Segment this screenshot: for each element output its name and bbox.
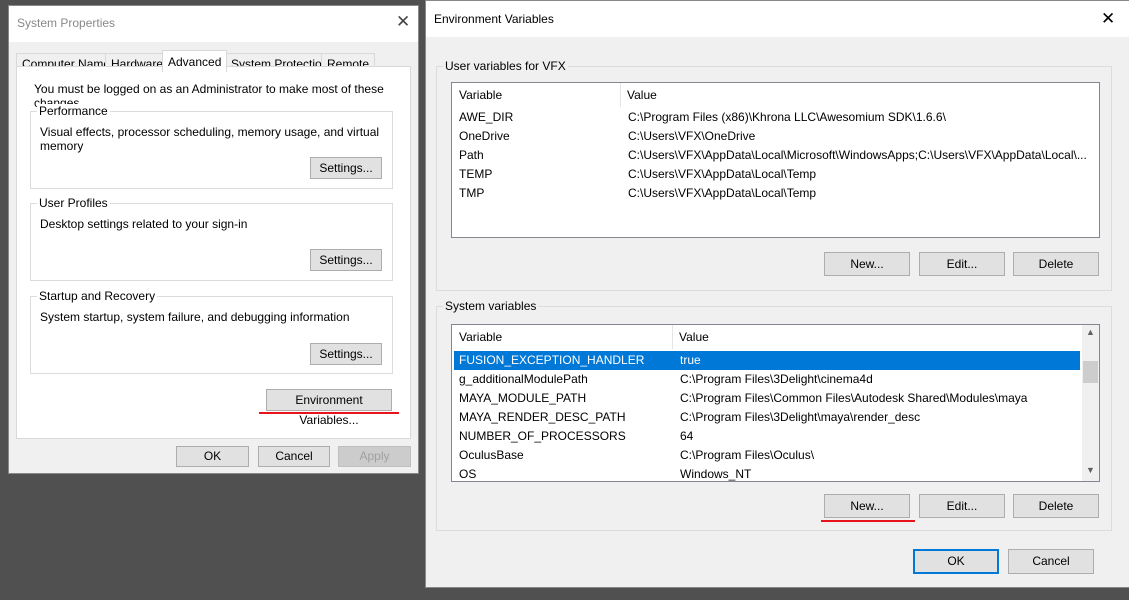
variable-value: C:\Program Files\Common Files\Autodesk S… <box>680 391 1028 405</box>
table-row[interactable]: NUMBER_OF_PROCESSORS 64 <box>454 427 1080 446</box>
variable-name: OneDrive <box>459 129 510 143</box>
table-row[interactable]: AWE_DIR C:\Program Files (x86)\Khrona LLC… <box>454 108 1097 127</box>
system-new-button[interactable]: New... <box>824 494 910 518</box>
system-variables-list[interactable]: Variable Value FUSION_EXCEPTION_HANDLER t… <box>451 324 1100 482</box>
system-variables-group: System variables Variable Value FUSION_E… <box>436 299 1112 531</box>
title-bar: System Properties <box>9 6 418 42</box>
variable-value: C:\Program Files\Oculus\ <box>680 448 815 462</box>
group-label: User Profiles <box>37 196 110 210</box>
tab-panel: You must be logged on as an Administrato… <box>16 66 411 439</box>
group-label: Startup and Recovery <box>37 289 158 303</box>
table-row[interactable]: TMP C:\Users\VFX\AppData\Local\Temp <box>454 184 1097 203</box>
table-row[interactable]: OculusBase C:\Program Files\Oculus\ <box>454 446 1080 465</box>
apply-button[interactable]: Apply <box>338 446 411 467</box>
variable-value: C:\Users\VFX\OneDrive <box>628 129 756 143</box>
table-row[interactable]: FUSION_EXCEPTION_HANDLER true <box>454 351 1080 370</box>
variable-value: C:\Program Files (x86)\Khrona LLC\Awesom… <box>628 110 946 124</box>
list-header: Variable Value <box>452 83 1099 107</box>
user-profiles-group: User Profiles Desktop settings related t… <box>30 196 393 281</box>
variable-value: C:\Program Files\3Delight\cinema4d <box>680 372 873 386</box>
variable-name: g_additionalModulePath <box>459 372 588 386</box>
group-label: User variables for VFX <box>443 59 568 73</box>
variable-name: TEMP <box>459 167 493 181</box>
group-label: Performance <box>37 104 110 118</box>
close-icon[interactable]: ✕ <box>1101 9 1115 29</box>
user-variables-list[interactable]: Variable Value AWE_DIR C:\Program Files (… <box>451 82 1100 238</box>
user-variables-group: User variables for VFX Variable Value AW… <box>436 59 1112 291</box>
environment-variables-window: Environment Variables ✕ User variables f… <box>425 0 1129 588</box>
user-profiles-settings-button[interactable]: Settings... <box>310 249 382 271</box>
variable-name: OculusBase <box>459 448 524 462</box>
variable-value: C:\Users\VFX\AppData\Local\Temp <box>628 186 817 200</box>
variable-value: true <box>680 353 701 367</box>
column-value[interactable]: Value <box>672 325 709 349</box>
performance-group: Performance Visual effects, processor sc… <box>30 104 393 189</box>
table-row[interactable]: g_additionalModulePath C:\Program Files\3… <box>454 370 1080 389</box>
table-row[interactable]: TEMP C:\Users\VFX\AppData\Local\Temp <box>454 165 1097 184</box>
startup-recovery-group: Startup and Recovery System startup, sys… <box>30 289 393 374</box>
ok-button[interactable]: OK <box>913 549 999 574</box>
table-row[interactable]: MAYA_MODULE_PATH C:\Program Files\Common … <box>454 389 1080 408</box>
table-row[interactable]: OneDrive C:\Users\VFX\OneDrive <box>454 127 1097 146</box>
variable-name: Path <box>459 148 484 162</box>
highlight-underline <box>821 520 915 522</box>
user-delete-button[interactable]: Delete <box>1013 252 1099 276</box>
column-value[interactable]: Value <box>620 83 657 107</box>
performance-settings-button[interactable]: Settings... <box>310 157 382 179</box>
variable-name: FUSION_EXCEPTION_HANDLER <box>459 353 645 367</box>
group-description: System startup, system failure, and debu… <box>40 310 350 324</box>
system-properties-window: System Properties ✕ Computer Name Hardwa… <box>8 5 419 474</box>
system-edit-button[interactable]: Edit... <box>919 494 1005 518</box>
cancel-button[interactable]: Cancel <box>1008 549 1094 574</box>
table-row[interactable]: Path C:\Users\VFX\AppData\Local\Microsoft… <box>454 146 1097 165</box>
table-row[interactable]: MAYA_RENDER_DESC_PATH C:\Program Files\3D… <box>454 408 1080 427</box>
variable-value: C:\Program Files\3Delight\maya\render_de… <box>680 410 921 424</box>
user-edit-button[interactable]: Edit... <box>919 252 1005 276</box>
variable-value: Windows_NT <box>680 467 752 481</box>
variable-name: MAYA_MODULE_PATH <box>459 391 587 405</box>
tab-advanced[interactable]: Advanced <box>162 50 228 72</box>
variable-value: 64 <box>680 429 694 443</box>
system-delete-button[interactable]: Delete <box>1013 494 1099 518</box>
variable-name: TMP <box>459 186 485 200</box>
title-bar: Environment Variables <box>426 1 1129 37</box>
list-header: Variable Value <box>452 325 1082 349</box>
close-icon[interactable]: ✕ <box>396 12 410 32</box>
group-description: Desktop settings related to your sign-in <box>40 217 248 231</box>
group-label: System variables <box>443 299 539 313</box>
cancel-button[interactable]: Cancel <box>258 446 330 467</box>
table-row[interactable]: OS Windows_NT <box>454 465 1080 481</box>
variable-name: OS <box>459 467 477 481</box>
column-variable[interactable]: Variable <box>459 83 502 107</box>
startup-settings-button[interactable]: Settings... <box>310 343 382 365</box>
highlight-underline <box>259 412 399 414</box>
scroll-thumb[interactable] <box>1083 361 1098 383</box>
variable-value: C:\Users\VFX\AppData\Local\Temp <box>628 167 817 181</box>
variable-value: C:\Users\VFX\AppData\Local\Microsoft\Win… <box>628 148 1087 162</box>
column-variable[interactable]: Variable <box>459 325 502 349</box>
scrollbar[interactable]: ▲ ▼ <box>1082 325 1099 481</box>
window-title: Environment Variables <box>434 12 554 26</box>
group-description: Visual effects, processor scheduling, me… <box>40 125 380 153</box>
environment-variables-button[interactable]: Environment Variables... <box>266 389 392 427</box>
user-new-button[interactable]: New... <box>824 252 910 276</box>
variable-name: MAYA_RENDER_DESC_PATH <box>459 410 626 424</box>
scroll-down-icon[interactable]: ▼ <box>1086 465 1095 475</box>
window-title: System Properties <box>17 16 116 30</box>
variable-name: AWE_DIR <box>459 110 514 124</box>
scroll-up-icon[interactable]: ▲ <box>1086 327 1095 337</box>
ok-button[interactable]: OK <box>176 446 249 467</box>
variable-name: NUMBER_OF_PROCESSORS <box>459 429 626 443</box>
